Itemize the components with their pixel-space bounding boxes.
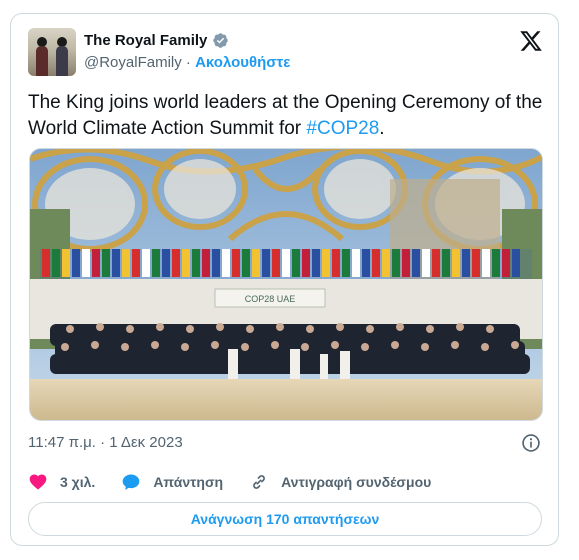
action-bar: 3 χιλ. Απάντηση Αντιγραφή συνδέσμου: [28, 472, 457, 492]
tweet-text-end: .: [379, 118, 385, 139]
copy-link-label: Αντιγραφή συνδέσμου: [281, 474, 432, 490]
heart-icon: [29, 474, 47, 490]
reply-icon: [122, 474, 140, 490]
reply-label: Απάντηση: [153, 474, 224, 490]
handle-row: @RoyalFamily · Ακολουθήστε: [84, 54, 290, 71]
tweet-text: The King joins world leaders at the Open…: [28, 90, 543, 142]
hashtag-link[interactable]: #COP28: [306, 118, 379, 139]
display-name[interactable]: The Royal Family: [84, 32, 207, 49]
tweet-card: The Royal Family @RoyalFamily · Ακολουθή…: [10, 13, 559, 546]
likes-count: 3 χιλ.: [60, 474, 96, 490]
timestamp[interactable]: 11:47 π.μ. · 1 Δεκ 2023: [28, 434, 183, 451]
copy-link-button[interactable]: Αντιγραφή συνδέσμου: [249, 472, 431, 492]
x-logo-icon[interactable]: [519, 29, 543, 53]
group-photo-illustration: COP28 UAE: [30, 149, 542, 420]
avatar[interactable]: [28, 28, 76, 76]
tweet-photo[interactable]: COP28 UAE: [29, 148, 543, 421]
author-name-row: The Royal Family: [84, 32, 229, 49]
link-icon: [253, 475, 265, 489]
verified-icon: [213, 33, 229, 48]
follow-button[interactable]: Ακολουθήστε: [195, 54, 290, 71]
tweet-text-body: The King joins world leaders at the Open…: [28, 92, 543, 139]
like-button[interactable]: 3 χιλ.: [28, 472, 95, 492]
reply-button[interactable]: Απάντηση: [121, 472, 223, 492]
info-icon[interactable]: [521, 433, 541, 453]
cop28-banner: COP28 UAE: [245, 294, 296, 304]
handle[interactable]: @RoyalFamily: [84, 54, 182, 71]
separator: ·: [181, 54, 196, 71]
read-replies-button[interactable]: Ανάγνωση 170 απαντήσεων: [28, 502, 542, 536]
